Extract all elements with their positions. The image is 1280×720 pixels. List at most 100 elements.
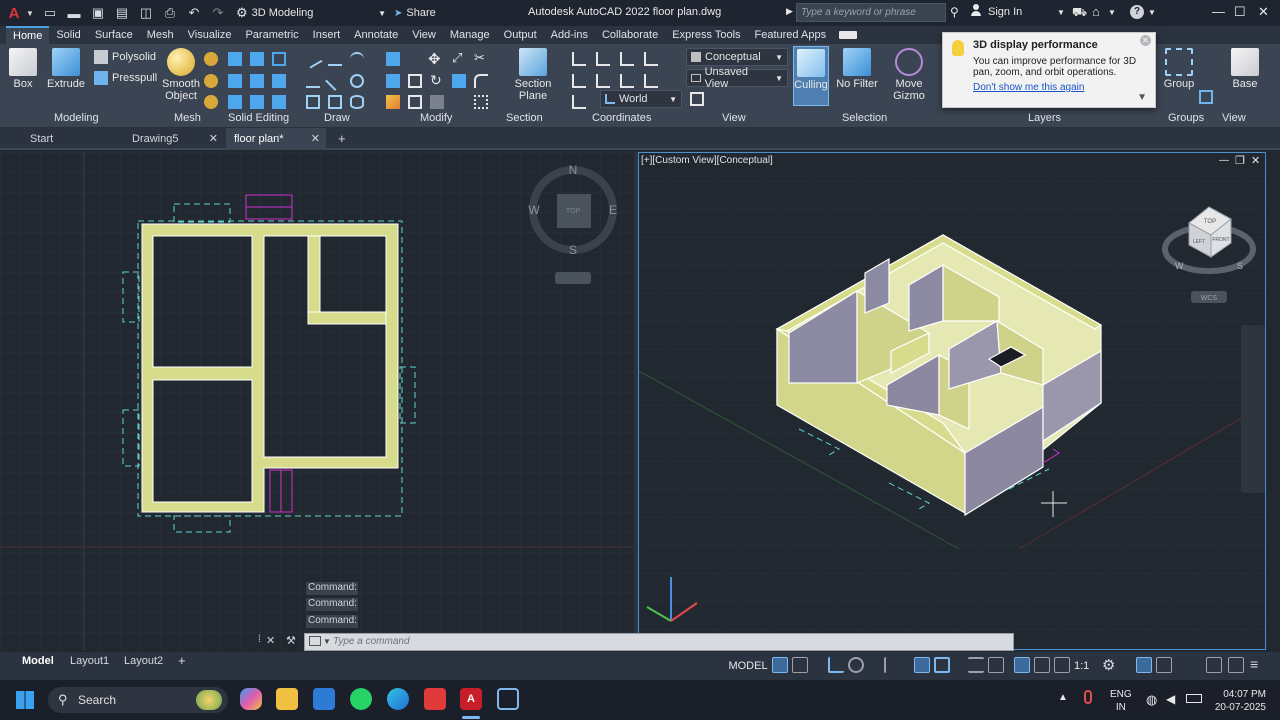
visual-style-select[interactable]: Conceptual ▼ <box>686 48 788 66</box>
battery-icon[interactable] <box>1186 694 1202 703</box>
file-tab-start[interactable]: Start <box>22 128 122 150</box>
edge-icon[interactable] <box>387 688 409 710</box>
command-input[interactable]: Type a command <box>333 636 410 647</box>
search-input[interactable]: Type a keyword or phrase <box>796 3 946 22</box>
snipping-tool-icon[interactable] <box>497 688 519 710</box>
mesh-refine-icon[interactable] <box>204 74 218 88</box>
help-chevron-icon[interactable]: ▼ <box>1148 8 1156 17</box>
tab-view[interactable]: View <box>405 26 443 44</box>
ucs-3point-icon[interactable] <box>620 52 634 66</box>
layout-tab-layout2[interactable]: Layout2 <box>124 655 163 667</box>
separate-icon[interactable] <box>272 95 286 109</box>
annotation-scale-value[interactable]: 1:1 <box>1074 660 1089 672</box>
lineweight-icon[interactable] <box>968 657 984 673</box>
mirror-icon[interactable] <box>386 74 400 88</box>
stretch-icon[interactable] <box>408 95 422 109</box>
no-filter-button[interactable]: No Filter <box>836 48 878 90</box>
group-edit-icon[interactable] <box>1199 90 1213 104</box>
panel-coordinates[interactable]: Coordinates <box>592 112 651 128</box>
clean-screen-icon[interactable] <box>1228 657 1244 673</box>
auto-scale-icon[interactable] <box>1034 657 1050 673</box>
polygon-icon[interactable] <box>306 95 320 109</box>
panel-modeling[interactable]: Modeling <box>54 112 99 128</box>
cart-icon[interactable]: ⛟ <box>1072 5 1087 21</box>
osnap-tracking-icon[interactable] <box>884 657 900 673</box>
hardware-acceleration-icon[interactable] <box>1206 657 1222 673</box>
polar-icon[interactable] <box>848 657 864 673</box>
array-icon[interactable] <box>474 95 488 109</box>
autocad-logo-icon[interactable]: A <box>6 5 22 22</box>
transparency-icon[interactable] <box>988 657 1004 673</box>
plot-icon[interactable]: ⎙ <box>162 5 178 21</box>
workspace-gear-icon[interactable]: ⚙ <box>1102 656 1115 674</box>
ucs-view-icon[interactable] <box>572 74 586 88</box>
panel-modify[interactable]: Modify <box>420 112 452 128</box>
construction-line-icon[interactable] <box>325 71 345 91</box>
new-file-icon[interactable]: ▭ <box>42 5 58 21</box>
ortho-icon[interactable] <box>828 657 844 673</box>
plan-canvas[interactable]: TOP N S E W <box>0 152 634 650</box>
scale-icon[interactable]: ⤢ <box>452 50 462 66</box>
ucs-icon-toggle[interactable] <box>572 95 586 109</box>
box-button[interactable]: Box <box>8 48 38 90</box>
tab-annotate[interactable]: Annotate <box>347 26 405 44</box>
smooth-object-button[interactable]: Smooth Object <box>162 48 200 102</box>
close-tab-icon[interactable]: ✕ <box>311 128 320 150</box>
search-expand-icon[interactable]: ▶ <box>786 6 793 17</box>
move-icon[interactable]: ✥ <box>428 50 441 68</box>
object-snap-icon[interactable] <box>934 657 950 673</box>
panel-mesh[interactable]: Mesh <box>174 112 201 128</box>
subtract-icon[interactable] <box>250 52 264 66</box>
units-icon[interactable] <box>1156 657 1172 673</box>
line-icon[interactable] <box>303 49 323 69</box>
dont-show-again-link[interactable]: Don't show me this again <box>973 82 1147 93</box>
redo-icon[interactable]: ↷ <box>210 5 226 21</box>
viewport-close-icon[interactable]: ✕ <box>1251 154 1260 167</box>
polysolid-button[interactable]: Polysolid <box>94 50 156 64</box>
polyline-icon[interactable] <box>328 52 342 66</box>
volume-icon[interactable]: ◀ <box>1166 692 1175 706</box>
align-icon[interactable] <box>386 52 400 66</box>
ucs-face-icon[interactable] <box>620 74 634 88</box>
panel-solid-editing[interactable]: Solid Editing <box>228 112 289 128</box>
intersect-icon[interactable] <box>272 52 286 66</box>
search-icon[interactable]: ⚲ <box>950 5 959 19</box>
wcs-label[interactable]: WCS <box>1201 295 1218 302</box>
viewport-controls-label[interactable]: [+][Custom View][Conceptual] <box>641 155 773 166</box>
file-explorer-icon[interactable] <box>276 688 298 710</box>
microphone-icon[interactable] <box>1084 690 1092 704</box>
ucs-select[interactable]: World ▼ <box>600 90 682 108</box>
command-close-icon[interactable]: ✕ <box>266 634 275 647</box>
spline-icon[interactable] <box>306 74 320 88</box>
viewport-restore-icon[interactable]: ❐ <box>1235 154 1245 167</box>
autocad-taskbar-icon[interactable]: A <box>460 688 482 710</box>
tab-home[interactable]: Home <box>6 26 50 44</box>
extrude-button[interactable]: Extrude <box>46 48 86 90</box>
ribbon-minimize-icon[interactable] <box>839 31 858 39</box>
erase-icon[interactable] <box>430 95 444 109</box>
file-tab-drawing5[interactable]: Drawing5 ✕ <box>124 128 224 150</box>
mesh-smooth-icon[interactable] <box>204 95 218 109</box>
copilot-icon[interactable] <box>240 688 262 710</box>
new-tab-icon[interactable]: + <box>338 131 346 146</box>
fillet-icon[interactable] <box>474 74 488 88</box>
close-tab-icon[interactable]: ✕ <box>209 128 218 150</box>
app-menu-chevron-icon[interactable]: ▼ <box>26 5 34 21</box>
panel-view[interactable]: View <box>722 112 746 128</box>
trim-icon[interactable]: ✂ <box>474 50 485 66</box>
presspull-button[interactable]: Presspull <box>94 71 157 85</box>
command-line[interactable]: ▼ Type a command <box>304 633 1014 651</box>
annotation-visibility-icon[interactable] <box>1014 657 1030 673</box>
tab-surface[interactable]: Surface <box>88 26 140 44</box>
named-view-select[interactable]: Unsaved View ▼ <box>686 66 788 90</box>
ellipse-icon[interactable] <box>350 95 364 109</box>
annotation-scale-icon[interactable] <box>1054 657 1070 673</box>
annotation-monitor-icon[interactable] <box>1136 657 1152 673</box>
undo-icon[interactable]: ↶ <box>186 5 202 21</box>
grid-icon[interactable] <box>772 657 788 673</box>
ucs-y-icon[interactable] <box>644 74 658 88</box>
tab-express-tools[interactable]: Express Tools <box>665 26 747 44</box>
maximize-icon[interactable]: ☐ <box>1234 4 1246 20</box>
tab-output[interactable]: Output <box>497 26 544 44</box>
sign-in-chevron-icon[interactable]: ▼ <box>1057 8 1065 17</box>
